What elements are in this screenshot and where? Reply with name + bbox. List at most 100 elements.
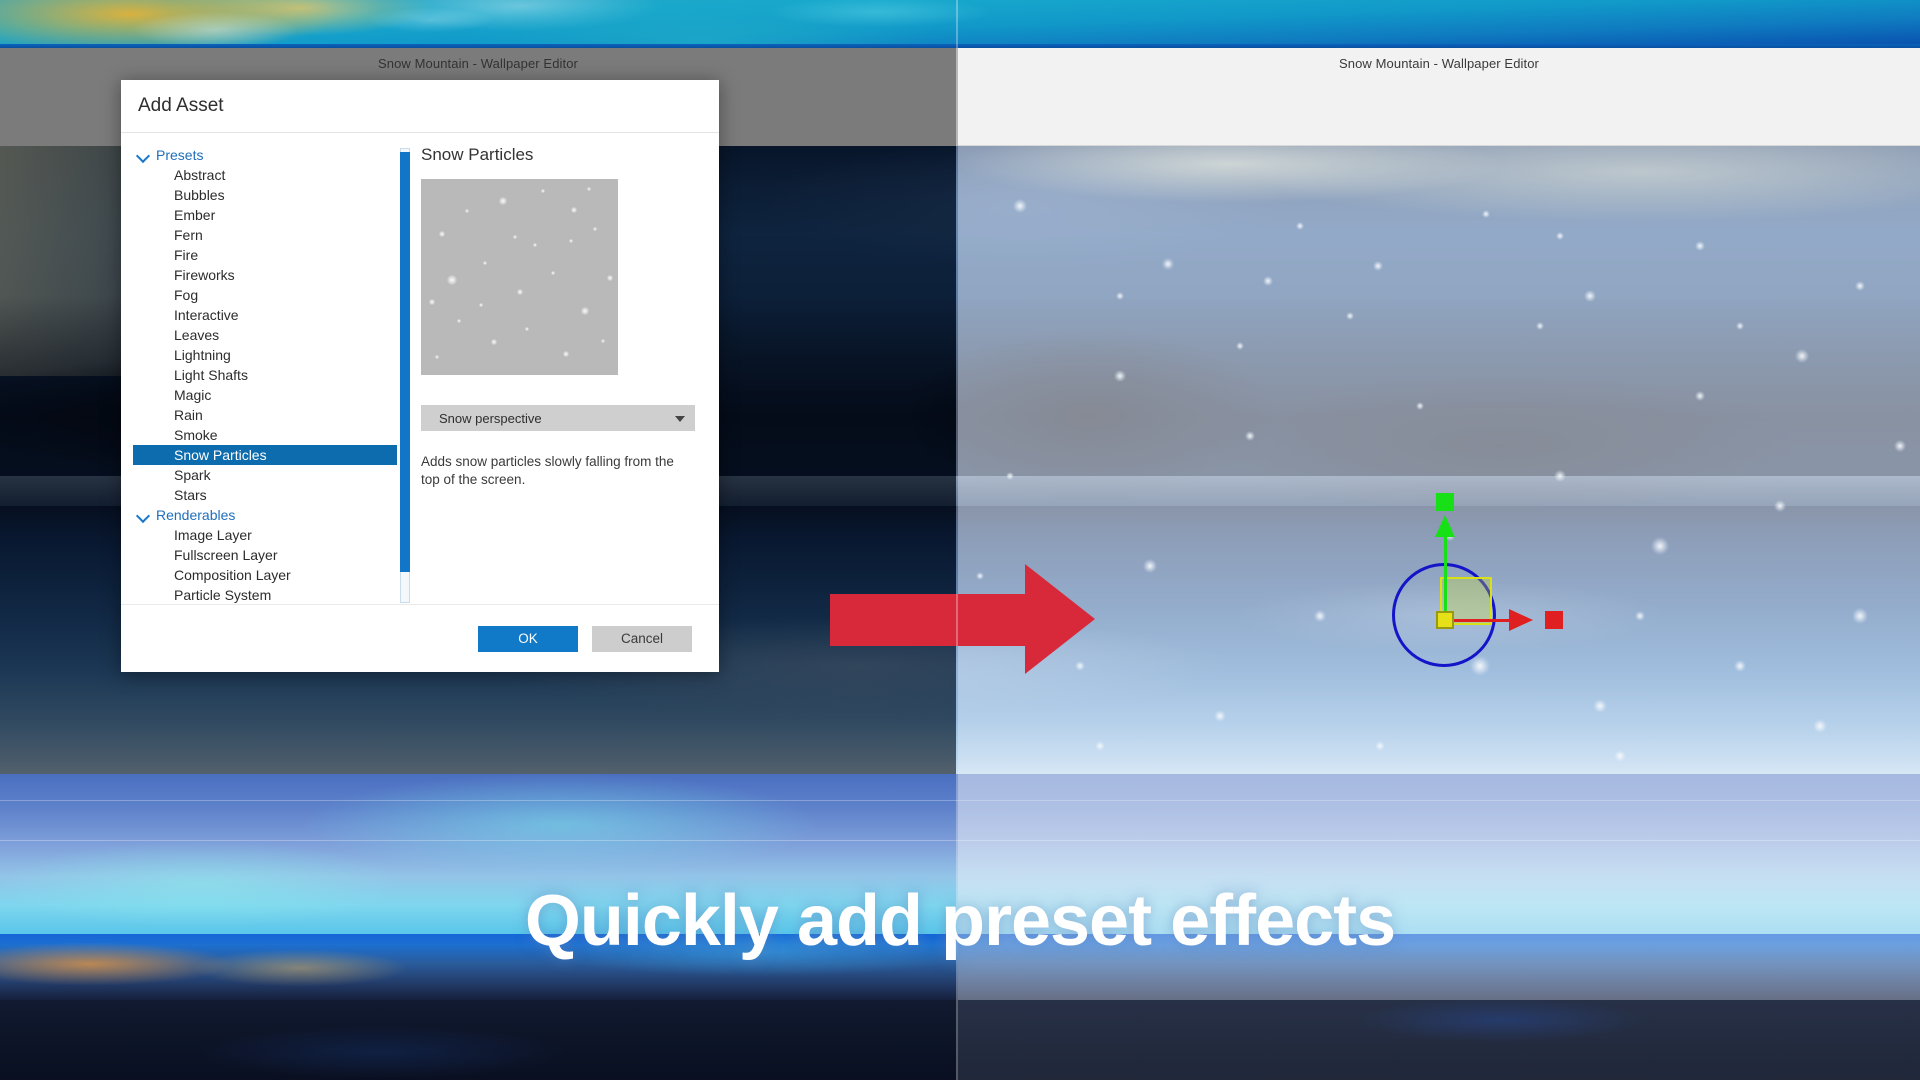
tree-item-label: Image Layer [174, 527, 252, 543]
tree-item-bubbles[interactable]: Bubbles [133, 185, 397, 205]
arrow-head [1025, 564, 1095, 674]
tree-item-label: Snow Particles [174, 447, 267, 463]
gizmo-y-arrow-icon[interactable] [1435, 515, 1455, 537]
tree-item-label: Magic [174, 387, 212, 403]
preview-snow-dot [541, 189, 545, 193]
tree-item-smoke[interactable]: Smoke [133, 425, 397, 445]
tree-item-label: Particle System [174, 587, 272, 603]
tree-item-leaves[interactable]: Leaves [133, 325, 397, 345]
preview-snow-dot [457, 319, 461, 323]
tree-item-label: Fullscreen Layer [174, 547, 278, 563]
preview-snow-dot [525, 327, 529, 331]
chevron-down-icon [675, 416, 685, 422]
strip-divider-2 [0, 840, 1920, 841]
preview-snow-dot [491, 339, 497, 345]
preview-snow-dot [569, 239, 573, 243]
preview-snow-dot [435, 355, 439, 359]
tree-item-ember[interactable]: Ember [133, 205, 397, 225]
preview-snow-dot [513, 235, 517, 239]
tree-item-particle-system[interactable]: Particle System [133, 585, 397, 604]
tree-group-renderables[interactable]: Renderables [133, 505, 397, 525]
tree-item-label: Fire [174, 247, 199, 263]
compare-wash-bottom [958, 1000, 1920, 1080]
preview-snow-dot [563, 351, 569, 357]
preview-snow-dot [429, 299, 435, 305]
preview-snow-dot [571, 207, 577, 213]
tree-item-label: Smoke [174, 427, 218, 443]
asset-tree-scrollbar[interactable] [400, 148, 410, 603]
gizmo-y-handle[interactable] [1436, 493, 1454, 511]
tree-item-rain[interactable]: Rain [133, 405, 397, 425]
preview-snow-dot [479, 303, 483, 307]
tree-item-label: Ember [174, 207, 216, 223]
tree-item-fog[interactable]: Fog [133, 285, 397, 305]
preview-snow-dot [581, 307, 589, 315]
dialog-body: Presets Abstract Bubbles Ember Fern Fire Firew… [121, 133, 719, 604]
tree-item-fire[interactable]: Fire [133, 245, 397, 265]
tree-group-label: Presets [156, 147, 204, 163]
tree-item-fireworks[interactable]: Fireworks [133, 265, 397, 285]
gizmo-x-handle[interactable] [1545, 611, 1563, 629]
preview-snow-dot [465, 209, 469, 213]
preview-snow-dot [447, 275, 457, 285]
add-asset-dialog[interactable]: Add Asset Presets Abstract Bubbles Ember Fer… [121, 80, 719, 672]
gizmo-x-arrow-icon[interactable] [1509, 609, 1533, 631]
tree-group-label: Renderables [156, 507, 236, 523]
tree-item-label: Interactive [174, 307, 239, 323]
preview-snow-dot [551, 271, 555, 275]
cancel-button[interactable]: Cancel [592, 625, 692, 652]
tree-item-image-layer[interactable]: Image Layer [133, 525, 397, 545]
tree-item-light-shafts[interactable]: Light Shafts [133, 365, 397, 385]
tree-item-label: Lightning [174, 347, 231, 363]
perspective-select-value: Snow perspective [439, 410, 542, 426]
asset-detail-pane: Snow Particles Snow perspective Adds sno… [397, 133, 719, 604]
preview-snow-dot [587, 187, 591, 191]
tree-item-label: Fireworks [174, 267, 235, 283]
tree-item-label: Fern [174, 227, 203, 243]
tree-item-fern[interactable]: Fern [133, 225, 397, 245]
chevron-down-icon[interactable] [137, 509, 149, 521]
tree-item-snow-particles[interactable]: Snow Particles [133, 445, 397, 465]
tree-item-fullscreen-layer[interactable]: Fullscreen Layer [133, 545, 397, 565]
asset-tree[interactable]: Presets Abstract Bubbles Ember Fern Fire Firew… [121, 133, 397, 604]
ok-button[interactable]: OK [478, 625, 578, 652]
tree-item-stars[interactable]: Stars [133, 485, 397, 505]
tree-item-label: Fog [174, 287, 199, 303]
annotation-right-arrow-icon [830, 564, 1110, 674]
detail-title: Snow Particles [421, 145, 534, 164]
tree-item-abstract[interactable]: Abstract [133, 165, 397, 185]
preview-snow-dot [499, 197, 507, 205]
tree-item-label: Spark [174, 467, 211, 483]
tree-item-label: Abstract [174, 167, 226, 183]
dialog-title: Add Asset [138, 95, 224, 116]
tree-item-label: Bubbles [174, 187, 225, 203]
asset-preview-image [421, 179, 618, 375]
abstract-wallpaper-thumb [0, 0, 1920, 48]
tree-group-presets[interactable]: Presets [133, 145, 397, 165]
chevron-down-icon[interactable] [137, 149, 149, 161]
tree-item-composition-layer[interactable]: Composition Layer [133, 565, 397, 585]
gizmo-x-axis[interactable] [1446, 619, 1514, 622]
tree-item-label: Rain [174, 407, 203, 423]
tree-item-label: Leaves [174, 327, 220, 343]
transform-gizmo[interactable] [1370, 493, 1590, 671]
gizmo-origin-handle[interactable] [1436, 611, 1454, 629]
dialog-footer: OK Cancel [121, 604, 719, 672]
tree-item-label: Composition Layer [174, 567, 291, 583]
tree-item-label: Light Shafts [174, 367, 248, 383]
tree-item-lightning[interactable]: Lightning [133, 345, 397, 365]
tree-item-magic[interactable]: Magic [133, 385, 397, 405]
tree-item-label: Stars [174, 487, 207, 503]
preview-snow-dot [607, 275, 613, 281]
scrollbar-thumb[interactable] [400, 152, 410, 572]
arrow-shaft [830, 594, 1030, 646]
wallpaper-strip-bottom [0, 1000, 1920, 1080]
dialog-titlebar: Add Asset [121, 80, 719, 133]
preview-snow-dot [439, 231, 445, 237]
perspective-select[interactable]: Snow perspective [421, 405, 695, 431]
tree-item-spark[interactable]: Spark [133, 465, 397, 485]
tree-item-interactive[interactable]: Interactive [133, 305, 397, 325]
window-title-right: Snow Mountain - Wallpaper Editor [1339, 56, 1539, 71]
preview-snow-dot [517, 289, 523, 295]
wallpaper-strip-top [0, 0, 1920, 48]
